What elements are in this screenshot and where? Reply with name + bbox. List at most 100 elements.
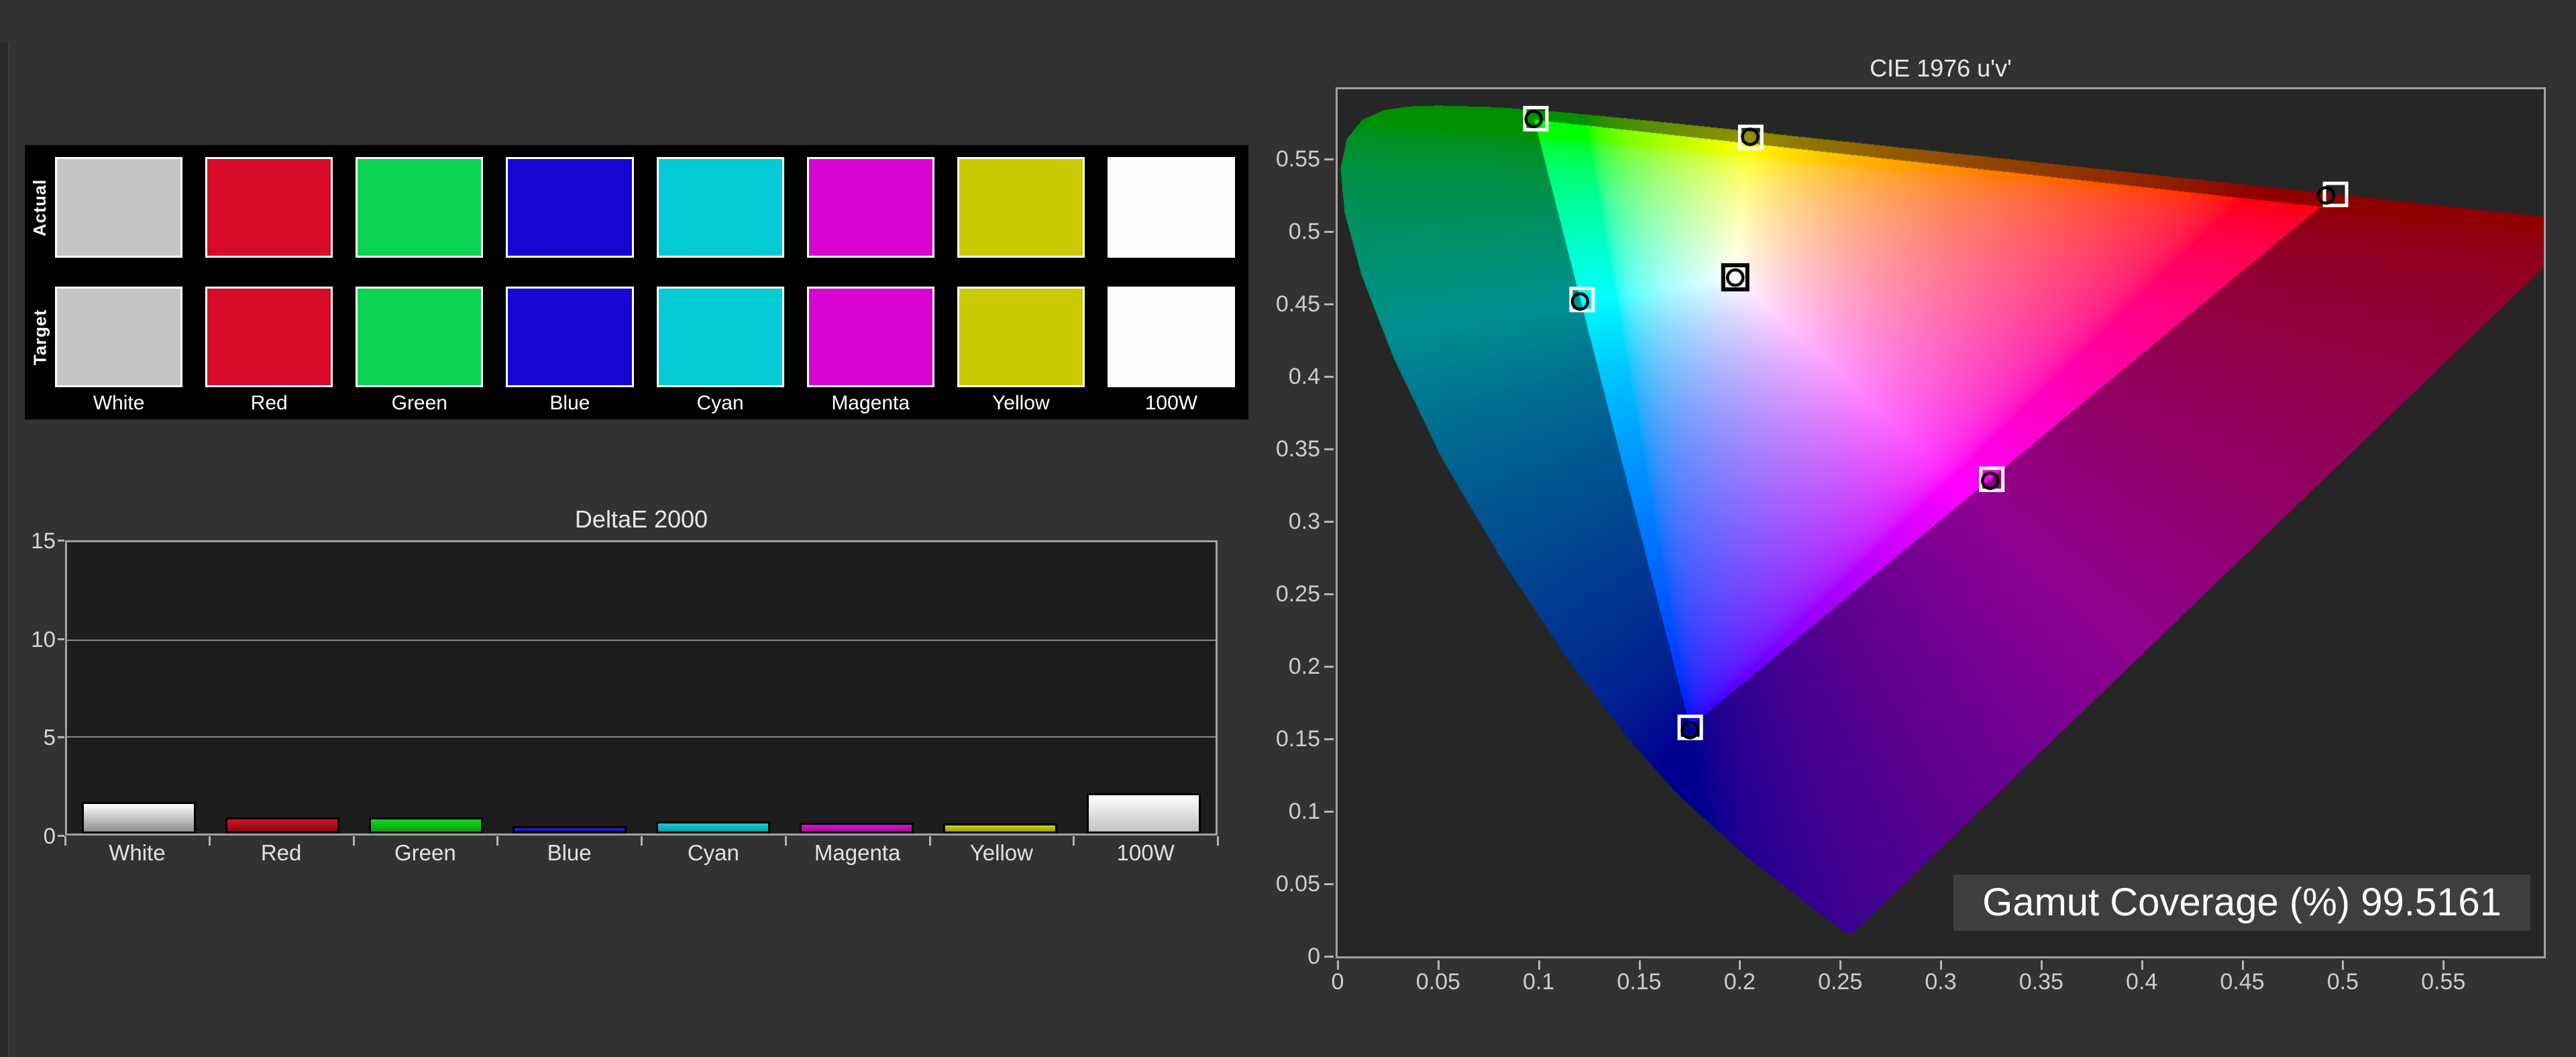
cie-xtick-label: 0.25 xyxy=(1800,969,1880,995)
cie-ytick-label: 0.55 xyxy=(1267,148,1320,170)
cie-ytick xyxy=(1324,666,1334,668)
row-label-target-text: Target xyxy=(30,309,50,365)
deltae-bar-slot xyxy=(498,542,641,834)
cie-xtick-label: 0.05 xyxy=(1398,969,1479,995)
cie-measured-circle-yellow xyxy=(1742,129,1758,144)
cie-ytick xyxy=(1324,448,1334,450)
swatch-panel: Actual Target WhiteRedGreenBlueCyanMagen… xyxy=(25,145,1248,419)
swatch-column-label: 100W xyxy=(1108,390,1235,417)
cie-measured-circle-blue xyxy=(1682,722,1698,738)
cie-xtick-label: 0.3 xyxy=(1900,969,1981,995)
swatch-column-label: White xyxy=(55,390,182,417)
cie-ytick xyxy=(1324,376,1334,378)
deltae-plot-area xyxy=(65,540,1218,836)
deltae-bar-100w xyxy=(1087,793,1201,834)
deltae-bar-white xyxy=(82,802,196,834)
gamut-coverage-label: Gamut Coverage (%) xyxy=(1982,880,2350,924)
cie-xtick xyxy=(1639,960,1641,970)
deltae-bar-yellow xyxy=(943,823,1057,834)
swatch-actual-red xyxy=(205,157,333,258)
gamut-coverage-badge: Gamut Coverage (%) 99.5161 xyxy=(1953,874,2530,931)
cie-xtick xyxy=(2141,960,2143,970)
cie-ytick xyxy=(1324,883,1334,885)
deltae-category-label: Yellow xyxy=(930,840,1073,866)
cie-ytick-label: 0.05 xyxy=(1267,872,1320,895)
swatch-target-100w xyxy=(1108,287,1235,387)
cie-measured-circle-magenta xyxy=(1982,473,1998,489)
swatch-column-label: Green xyxy=(356,390,483,417)
cie-xtick-label: 0.45 xyxy=(2202,969,2283,995)
swatch-actual-yellow xyxy=(957,157,1085,258)
deltae-bar-slot xyxy=(641,542,785,834)
deltae-ytick-label: 0 xyxy=(9,825,56,847)
swatch-target-yellow xyxy=(957,287,1085,387)
swatch-column-label: Yellow xyxy=(957,390,1085,417)
cie-measured-circle-white xyxy=(1727,270,1743,285)
deltae-ytick-label: 10 xyxy=(9,628,56,650)
cie-xtick xyxy=(1538,960,1540,970)
deltae-category-label: White xyxy=(65,840,209,866)
swatch-column-label: Blue xyxy=(506,390,633,417)
cie-chart-title: CIE 1976 u'v' xyxy=(1336,54,2546,83)
cie-xtick-label: 0.4 xyxy=(2102,969,2182,995)
cie-ytick-label: 0.1 xyxy=(1267,800,1320,823)
deltae-ytick xyxy=(58,835,64,837)
swatch-target-white xyxy=(55,287,182,387)
swatch-actual-green xyxy=(356,157,483,258)
cie-ytick-label: 0.35 xyxy=(1267,438,1320,460)
deltae-bar-slot xyxy=(211,542,354,834)
deltae-bars xyxy=(67,542,1216,834)
deltae-bar-blue xyxy=(513,826,627,834)
deltae-category-label: 100W xyxy=(1074,840,1218,866)
deltae-bar-magenta xyxy=(800,823,914,834)
deltae-ytick-label: 15 xyxy=(9,530,56,552)
deltae-ytick-label: 5 xyxy=(9,726,56,748)
swatch-target-red xyxy=(205,287,333,387)
deltae-category-label: Magenta xyxy=(786,840,929,866)
swatch-column-label: Red xyxy=(205,390,333,417)
row-label-actual: Actual xyxy=(25,157,55,258)
cie-xtick xyxy=(1940,960,1942,970)
page-background: Actual Target WhiteRedGreenBlueCyanMagen… xyxy=(0,0,2576,1057)
cie-xtick xyxy=(2443,960,2445,970)
deltae-chart-title: DeltaE 2000 xyxy=(65,505,1218,534)
cie-xtick-label: 0.35 xyxy=(2001,969,2082,995)
swatch-target-blue xyxy=(506,287,633,387)
left-panel-edge xyxy=(0,43,9,1057)
cie-measured-circle-green xyxy=(1526,111,1542,127)
deltae-bar-red xyxy=(225,817,339,834)
deltae-bar-slot xyxy=(354,542,498,834)
deltae-bar-slot xyxy=(1072,542,1216,834)
cie-markers-overlay xyxy=(1338,89,2544,956)
swatch-target-green xyxy=(356,287,483,387)
cie-ytick-label: 0 xyxy=(1267,945,1320,968)
deltae-ytick xyxy=(58,736,64,738)
cie-ytick-label: 0.2 xyxy=(1267,655,1320,678)
deltae-bar-slot xyxy=(67,542,211,834)
cie-ytick-label: 0.4 xyxy=(1267,365,1320,388)
cie-xtick xyxy=(1337,960,1339,970)
gamut-coverage-value: 99.5161 xyxy=(2361,880,2502,924)
swatch-target-magenta xyxy=(807,287,934,387)
cie-ytick xyxy=(1324,593,1334,595)
swatch-actual-blue xyxy=(506,157,633,258)
deltae-category-label: Green xyxy=(354,840,497,866)
deltae-bar-slot xyxy=(928,542,1072,834)
cie-xtick xyxy=(2342,960,2344,970)
cie-xtick-label: 0.2 xyxy=(1699,969,1780,995)
deltae-category-label: Cyan xyxy=(641,840,785,866)
deltae-bar-cyan xyxy=(656,821,770,834)
cie-ytick-label: 0.5 xyxy=(1267,220,1320,243)
cie-ytick xyxy=(1324,158,1334,160)
swatch-row-target xyxy=(55,287,1235,387)
cie-xtick-label: 0 xyxy=(1297,969,1378,995)
cie-ytick-label: 0.15 xyxy=(1267,727,1320,750)
cie-xtick-label: 0.15 xyxy=(1599,969,1680,995)
swatch-column-label: Cyan xyxy=(657,390,784,417)
cie-ytick xyxy=(1324,303,1334,305)
cie-ytick-label: 0.3 xyxy=(1267,510,1320,533)
deltae-bar-slot xyxy=(785,542,928,834)
deltae-ytick xyxy=(58,540,64,542)
cie-xtick-label: 0.55 xyxy=(2403,969,2483,995)
cie-measured-circle-cyan xyxy=(1572,294,1588,309)
